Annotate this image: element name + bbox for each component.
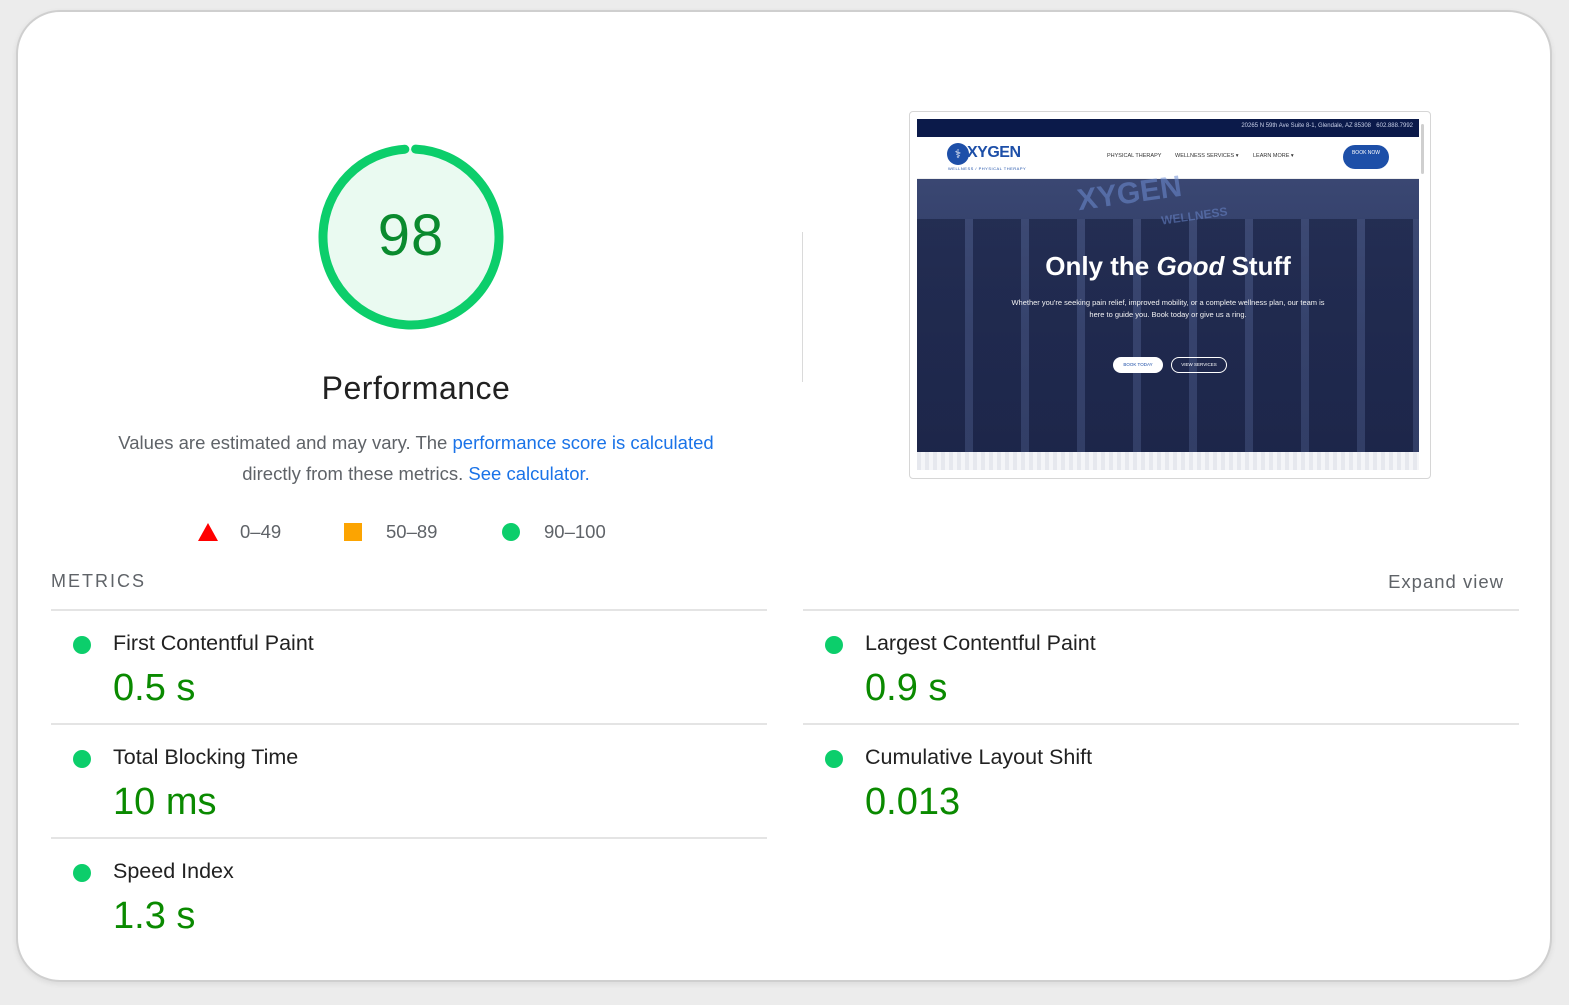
- metric-value: 0.5 s: [113, 667, 196, 709]
- metric-value: 10 ms: [113, 781, 217, 823]
- final-screenshot[interactable]: 20265 N 59th Ave Suite 8-1, Glendale, AZ…: [909, 111, 1431, 479]
- site-preview: 20265 N 59th Ave Suite 8-1, Glendale, AZ…: [917, 119, 1419, 459]
- pass-circle-icon: [73, 636, 91, 654]
- metric-name: Largest Contentful Paint: [865, 631, 1096, 655]
- metric-name: Speed Index: [113, 859, 234, 883]
- divider: [803, 723, 1519, 725]
- preview-logo-text: XYGEN: [967, 144, 1021, 161]
- legend-item-average: 50–89: [344, 521, 437, 543]
- vertical-divider: [802, 232, 803, 382]
- performance-description: Values are estimated and may vary. The p…: [118, 427, 714, 489]
- pass-circle-icon: [502, 523, 520, 541]
- preview-hero-subtitle: Whether you're seeking pain relief, impr…: [1011, 298, 1325, 319]
- desc-text-2: directly from these metrics.: [242, 463, 469, 484]
- pass-circle-icon: [73, 864, 91, 882]
- pass-circle-icon: [825, 636, 843, 654]
- metric-speed-index[interactable]: Speed Index 1.3 s: [51, 840, 751, 940]
- fail-triangle-icon: [198, 523, 218, 541]
- metric-value: 1.3 s: [113, 895, 196, 937]
- preview-logo-sub: WELLNESS / PHYSICAL THERAPY: [948, 166, 1027, 171]
- metric-value: 0.9 s: [865, 667, 948, 709]
- expand-view-toggle[interactable]: Expand view: [1340, 571, 1504, 593]
- desc-text-1: Values are estimated and may vary. The: [118, 432, 453, 453]
- performance-gauge[interactable]: 98: [306, 132, 516, 342]
- legend-range: 50–89: [386, 521, 438, 542]
- legend-range: 90–100: [544, 521, 606, 542]
- preview-bottom-strip: [917, 452, 1419, 470]
- hero-title-em: Good: [1156, 251, 1225, 281]
- divider: [803, 609, 1519, 611]
- metric-name: Total Blocking Time: [113, 745, 299, 769]
- preview-book-today-button: BOOK TODAY: [1113, 357, 1163, 373]
- preview-nav-learn-more: LEARN MORE ▾: [1253, 153, 1294, 159]
- performance-title: Performance: [321, 370, 511, 406]
- divider: [51, 837, 767, 839]
- average-square-icon: [344, 523, 362, 541]
- legend-item-pass: 90–100: [502, 521, 606, 543]
- metric-largest-contentful-paint[interactable]: Largest Contentful Paint 0.9 s: [803, 612, 1503, 712]
- caduceus-logo-icon: ⚕: [947, 143, 969, 165]
- metrics-heading: METRICS: [51, 571, 146, 591]
- preview-hero-title: Only the Good Stuff: [917, 251, 1419, 282]
- pass-circle-icon: [825, 750, 843, 768]
- preview-topbar: 20265 N 59th Ave Suite 8-1, Glendale, AZ…: [917, 119, 1419, 137]
- metric-first-contentful-paint[interactable]: First Contentful Paint 0.5 s: [51, 612, 751, 712]
- preview-hero: XYGEN WELLNESS Only the Good Stuff Wheth…: [917, 170, 1419, 459]
- performance-score: 98: [377, 203, 445, 268]
- legend-item-fail: 0–49: [198, 521, 281, 543]
- pass-circle-icon: [73, 750, 91, 768]
- preview-phone: 602.888.7992: [1376, 123, 1413, 129]
- lighthouse-report-card: 98 Performance Values are estimated and …: [16, 10, 1552, 982]
- preview-address: 20265 N 59th Ave Suite 8-1, Glendale, AZ…: [1241, 123, 1371, 129]
- hero-title-part: Stuff: [1224, 251, 1291, 281]
- divider: [51, 723, 767, 725]
- metric-cumulative-layout-shift[interactable]: Cumulative Layout Shift 0.013: [803, 726, 1503, 826]
- performance-score-link[interactable]: performance score is calculated: [453, 432, 714, 453]
- metric-name: First Contentful Paint: [113, 631, 314, 655]
- hero-title-part: Only the: [1045, 251, 1157, 281]
- metric-total-blocking-time[interactable]: Total Blocking Time 10 ms: [51, 726, 751, 826]
- see-calculator-link[interactable]: See calculator.: [468, 463, 589, 484]
- metric-name: Cumulative Layout Shift: [865, 745, 1093, 769]
- preview-view-services-button: VIEW SERVICES: [1171, 357, 1227, 373]
- preview-nav-wellness-services: WELLNESS SERVICES ▾: [1175, 153, 1239, 159]
- metric-value: 0.013: [865, 781, 961, 823]
- preview-scrollbar: [1421, 124, 1424, 174]
- legend-range: 0–49: [240, 521, 282, 542]
- divider: [51, 609, 767, 611]
- preview-nav-physical-therapy: PHYSICAL THERAPY: [1107, 153, 1162, 159]
- preview-book-now-button: BOOK NOW: [1343, 145, 1389, 169]
